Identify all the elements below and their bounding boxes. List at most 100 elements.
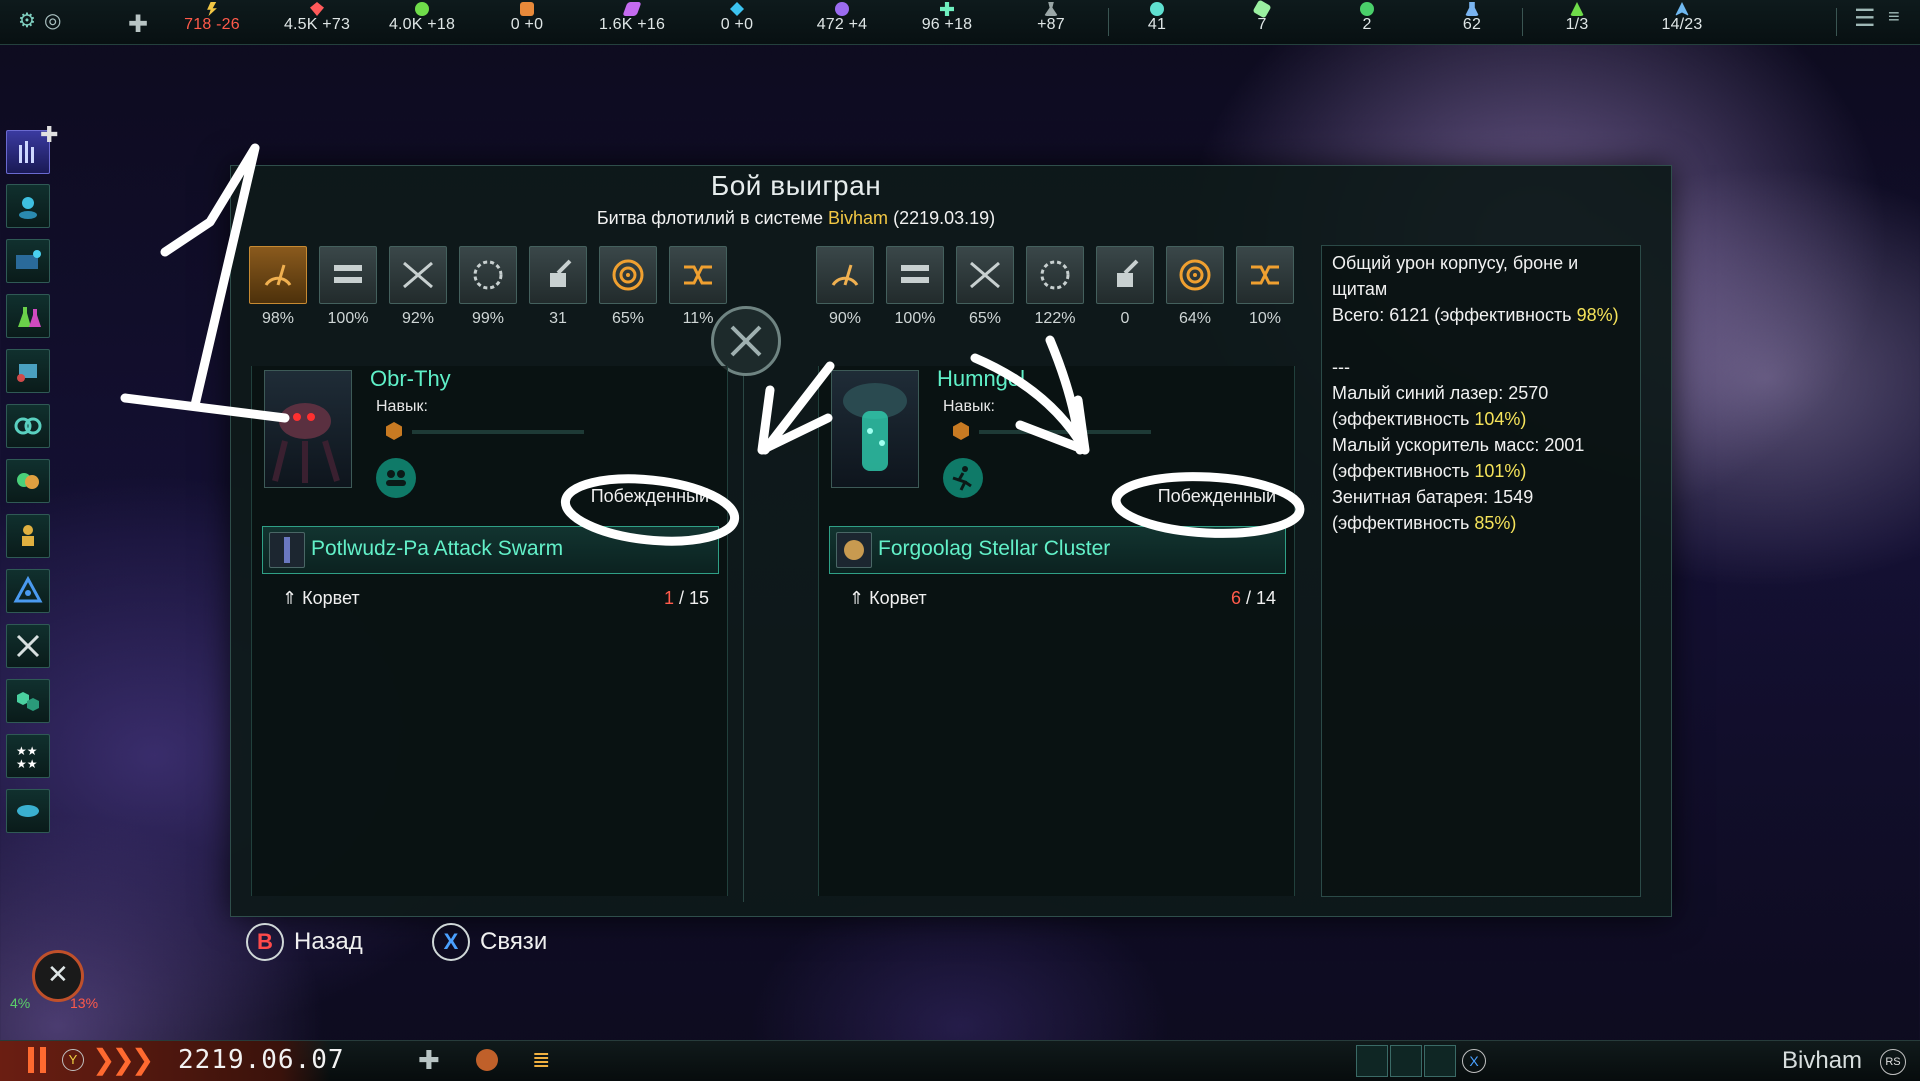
- outliner-button[interactable]: [6, 789, 50, 833]
- relations-button[interactable]: X Связи: [432, 922, 547, 962]
- weapon-icon: [599, 246, 657, 304]
- resource-influence[interactable]: 472 +4: [797, 2, 887, 34]
- resource-starbases[interactable]: 7: [1217, 0, 1307, 34]
- resource-leaders[interactable]: 62: [1427, 2, 1517, 34]
- planets-button[interactable]: [6, 239, 50, 283]
- list-icon[interactable]: ≡: [1888, 6, 1900, 29]
- location-name[interactable]: Bivham: [1782, 1047, 1862, 1075]
- situations-button[interactable]: [6, 679, 50, 723]
- dpad-icon[interactable]: ✚: [128, 10, 148, 39]
- divider: [1108, 8, 1109, 36]
- pause-icon[interactable]: [28, 1047, 34, 1073]
- energy-icon: [207, 2, 217, 16]
- map-mode-button[interactable]: [1356, 1045, 1388, 1077]
- system-link[interactable]: Bivham: [828, 208, 888, 228]
- weapon-slot[interactable]: 122%: [1026, 246, 1084, 328]
- hyperlane-button[interactable]: [1424, 1045, 1456, 1077]
- evasion-icon: [684, 265, 712, 285]
- weapon-icon: [529, 246, 587, 304]
- stats-row: Зенитная батарея: 1549 (эффективность 85%…: [1332, 487, 1534, 533]
- food-icon: [415, 2, 429, 16]
- galactic-community-button[interactable]: ★★ ★★: [6, 734, 50, 778]
- weapon-slot[interactable]: 0: [1096, 246, 1154, 328]
- fleet-name-bar[interactable]: Forgoolag Stellar Cluster: [829, 526, 1286, 574]
- empire-icon[interactable]: ⚙: [18, 8, 36, 33]
- weapon-slot[interactable]: 92%: [389, 246, 447, 328]
- resource-research[interactable]: +87: [1006, 2, 1096, 34]
- subtitle-prefix: Битва флотилий в системе: [596, 208, 824, 228]
- resource-alloys[interactable]: 1.6K +16: [587, 2, 677, 34]
- divider: [1522, 8, 1523, 36]
- resource-food[interactable]: 4.0K +18: [377, 2, 467, 34]
- weapon-slot[interactable]: 90%: [816, 246, 874, 328]
- war-score-left: 4%: [10, 995, 31, 1011]
- weapon-slot[interactable]: 99%: [459, 246, 517, 328]
- war-indicator[interactable]: ✕ 4% 13%: [10, 950, 100, 1011]
- weapon-slot[interactable]: 100%: [886, 246, 944, 328]
- back-button[interactable]: B Назад: [246, 922, 363, 962]
- commander-name[interactable]: Humngol: [937, 366, 1025, 392]
- resource-value: 0 +0: [510, 16, 544, 33]
- weapon-icon: [319, 246, 377, 304]
- weapon-slot[interactable]: 65%: [599, 246, 657, 328]
- commander-name[interactable]: Obr-Thy: [370, 366, 451, 392]
- event-log-icon[interactable]: [476, 1049, 498, 1071]
- ship-design-icon: [17, 364, 37, 382]
- speed-arrows-icon[interactable]: ❯❯❯: [92, 1043, 154, 1076]
- weapon-efficiency: 100%: [327, 310, 369, 327]
- traditions-button[interactable]: [6, 404, 50, 448]
- weapon-efficiency: 122%: [1034, 310, 1076, 327]
- left-weapons-row: 98% 100% 92% 99% 31 65% 11%: [249, 246, 729, 336]
- contacts-button[interactable]: [6, 184, 50, 228]
- menu-icon[interactable]: ☰: [1854, 4, 1876, 33]
- settings-icon[interactable]: ◎: [44, 8, 61, 33]
- weapon-slot[interactable]: 64%: [1166, 246, 1224, 328]
- skill-progress-bar: [979, 430, 1151, 434]
- y-key-icon: Y: [62, 1049, 84, 1071]
- resource-envoys[interactable]: 1/3: [1532, 2, 1622, 34]
- hex-map-button[interactable]: [1390, 1045, 1422, 1077]
- dpad-icon[interactable]: ✚: [418, 1045, 440, 1076]
- commander-portrait[interactable]: [831, 370, 919, 488]
- notifications-icon[interactable]: ≣: [532, 1047, 550, 1073]
- fleet-icon: [1675, 2, 1689, 16]
- trait-icon[interactable]: [376, 458, 416, 498]
- target-icon: [1179, 259, 1211, 291]
- resource-pops[interactable]: 41: [1112, 2, 1202, 34]
- center-divider: [743, 362, 744, 902]
- resource-exotic-gases[interactable]: 0 +0: [692, 2, 782, 34]
- resource-value: 1.6K +16: [598, 16, 666, 33]
- edicts-button[interactable]: [6, 569, 50, 613]
- weapon-slot[interactable]: 98%: [249, 246, 307, 328]
- technology-button[interactable]: [6, 294, 50, 338]
- weapon-slot[interactable]: 100%: [319, 246, 377, 328]
- fleet-manager-button[interactable]: [6, 349, 50, 393]
- ship-type: ⇑ Корвет: [849, 588, 927, 608]
- damage-stats-box: Общий урон корпусу, броне и щитам Всего:…: [1321, 245, 1641, 897]
- resource-consumer-goods[interactable]: 0 +0: [482, 2, 572, 34]
- weapon-slot[interactable]: 31: [529, 246, 587, 328]
- commander-portrait[interactable]: [264, 370, 352, 488]
- weapon-slot[interactable]: 10%: [1236, 246, 1294, 328]
- resource-energy[interactable]: 718 -26: [167, 2, 257, 34]
- resource-fleet-capacity[interactable]: 14/23: [1637, 2, 1727, 34]
- weapon-slot[interactable]: 65%: [956, 246, 1014, 328]
- ship-type: ⇑ Корвет: [282, 588, 360, 608]
- fleet-name-bar[interactable]: Potlwudz-Pa Attack Swarm: [262, 526, 719, 574]
- x-key-icon: X: [1462, 1049, 1486, 1073]
- weapon-slot[interactable]: 11%: [669, 246, 727, 328]
- weapon-efficiency: 0: [1120, 310, 1130, 327]
- battle-result-dialog: Бой выигран Битва флотилий в системе Biv…: [230, 165, 1672, 917]
- skill-level-icon: [386, 422, 402, 440]
- stats-header: Общий урон корпусу, броне и щитам: [1332, 253, 1579, 299]
- resource-minerals[interactable]: 4.5K +73: [272, 2, 362, 34]
- ships-lost: 1: [663, 588, 674, 608]
- trait-icon[interactable]: [943, 458, 983, 498]
- group-trait-icon: [386, 470, 406, 486]
- resource-unity[interactable]: 96 +18: [902, 2, 992, 34]
- resource-planets[interactable]: 2: [1322, 2, 1412, 34]
- leaders-button[interactable]: [6, 514, 50, 558]
- weapon-icon: [1026, 246, 1084, 304]
- wars-button[interactable]: [6, 624, 50, 668]
- factions-button[interactable]: [6, 459, 50, 503]
